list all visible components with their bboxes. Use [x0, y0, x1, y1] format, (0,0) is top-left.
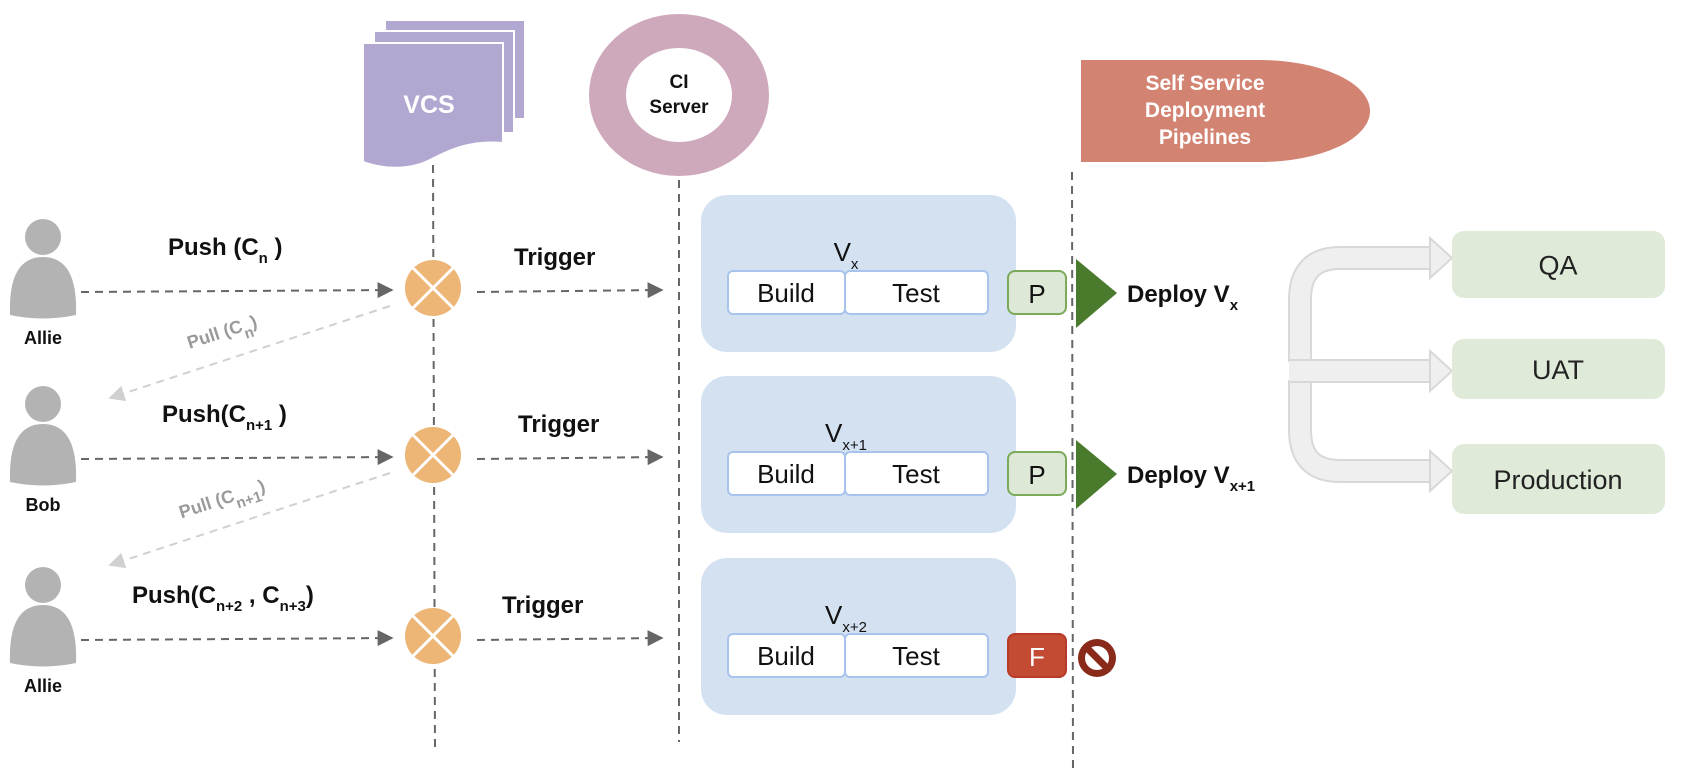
push-label-part: Push(C — [162, 401, 246, 428]
deploy-arrow-icon — [1076, 440, 1117, 509]
build-label: Build — [757, 459, 815, 489]
deploy-label-part: x+1 — [1230, 478, 1255, 495]
trigger-label-part: Trigger — [514, 244, 595, 271]
result-label: P — [1028, 279, 1045, 309]
environment-label-part: UAT — [1532, 355, 1584, 385]
ci-cd-diagram: VCS CI Server Self Service Deployment Pi… — [9, 14, 1665, 775]
pipelines-label-3: Pipelines — [1159, 126, 1251, 149]
result-label-part: F — [1029, 642, 1045, 672]
pull-arrow — [108, 472, 391, 569]
push-arrow — [80, 630, 394, 647]
result-label-part: P — [1028, 460, 1045, 490]
merge-icon — [405, 427, 461, 483]
user-name: Allie — [24, 676, 62, 696]
user-name: Allie — [24, 328, 62, 348]
user-avatar-icon — [9, 386, 77, 486]
no-entry-icon — [1078, 639, 1116, 677]
trigger-label: Trigger — [502, 592, 583, 619]
pipelines-label-2: Deployment — [1145, 99, 1265, 122]
trigger-label-part: Trigger — [502, 592, 583, 619]
trigger-arrow — [476, 449, 664, 466]
pipeline-row: BobPush(Cn+1 )Pull (Cn+1)Trigger Vx+1Buil… — [9, 376, 1255, 569]
test-label-part: Test — [892, 641, 940, 671]
user-name-part: Allie — [24, 328, 62, 348]
trigger-label-part: Trigger — [518, 411, 599, 438]
test-label-part: Test — [892, 459, 940, 489]
trigger-label: Trigger — [514, 244, 595, 271]
push-label-part: ) — [268, 234, 283, 261]
push-label: Push(Cn+1 ) — [162, 401, 287, 434]
push-label-part: , C — [242, 582, 279, 609]
push-label: Push (Cn ) — [168, 234, 283, 267]
user-name-part: Bob — [26, 495, 61, 515]
user-avatar-icon — [9, 567, 77, 667]
environment-arrows — [1288, 235, 1454, 494]
vcs-icon: VCS — [362, 19, 526, 169]
environment-label: Production — [1493, 465, 1622, 495]
push-label-part: ) — [306, 582, 314, 609]
environment-label-part: QA — [1538, 251, 1577, 281]
merge-icon — [405, 260, 461, 316]
build-label: Build — [757, 641, 815, 671]
pipeline-row: Allie Push (Cn ) Pull (C n) Trigger Vx Build Te… — [9, 195, 1239, 402]
trigger-label: Trigger — [518, 411, 599, 438]
ci-server-label-2: Server — [649, 97, 709, 118]
deploy-label: Deploy Vx — [1127, 281, 1239, 314]
pipelines-lifeline — [1071, 171, 1074, 775]
deploy-label-part: Deploy V — [1127, 462, 1230, 489]
build-label-part: Build — [757, 459, 815, 489]
result-label: F — [1029, 642, 1045, 672]
build-label-part: Build — [757, 641, 815, 671]
pipelines-label-1: Self Service — [1145, 72, 1264, 95]
user-avatar-icon — [9, 219, 77, 319]
push-label-part: n+1 — [246, 417, 272, 434]
pull-label-part: Pull (C — [176, 486, 236, 523]
pull-label-part: Pull (C — [185, 316, 245, 353]
ci-server-label-1: CI — [670, 72, 689, 93]
vcs-label: VCS — [403, 91, 454, 119]
push-label: Push(Cn+2 , Cn+3) — [132, 582, 314, 615]
test-label: Test — [892, 641, 940, 671]
trigger-arrow — [476, 630, 664, 647]
environment-label-part: Production — [1493, 465, 1622, 495]
push-label-part: ) — [272, 401, 287, 428]
push-label-part: Push(C — [132, 582, 216, 609]
ci-server-icon: CI Server — [589, 14, 769, 176]
push-arrow — [80, 282, 394, 299]
result-label: P — [1028, 460, 1045, 490]
environment-label: QA — [1538, 251, 1577, 281]
trigger-arrow — [476, 282, 664, 299]
deploy-label-part: x — [1230, 297, 1239, 314]
pipeline-row: AlliePush(Cn+2 , Cn+3) Trigger Vx+2Build Te… — [9, 558, 1116, 715]
push-label-part: n+2 — [216, 598, 242, 615]
test-label: Test — [892, 459, 940, 489]
version-label-part: V — [825, 418, 843, 448]
merge-icon — [405, 608, 461, 664]
build-label-part: Build — [757, 278, 815, 308]
user-name-part: Allie — [24, 676, 62, 696]
build-label: Build — [757, 278, 815, 308]
push-arrow — [80, 449, 394, 466]
user-name: Bob — [26, 495, 61, 515]
push-label-part: Push (C — [168, 234, 259, 261]
deploy-arrow-icon — [1076, 259, 1117, 328]
result-label-part: P — [1028, 279, 1045, 309]
test-label-part: Test — [892, 278, 940, 308]
deploy-label-part: Deploy V — [1127, 281, 1230, 308]
version-label-part: V — [834, 237, 852, 267]
test-label: Test — [892, 278, 940, 308]
deploy-label: Deploy Vx+1 — [1127, 462, 1255, 495]
pull-label: Pull (Cn+1) — [176, 476, 270, 530]
version-label-part: V — [825, 600, 843, 630]
push-label-part: n — [259, 250, 268, 267]
push-label-part: n+3 — [280, 598, 306, 615]
environment-label: UAT — [1532, 355, 1584, 385]
pipelines-banner: Self Service Deployment Pipelines — [1081, 60, 1370, 162]
